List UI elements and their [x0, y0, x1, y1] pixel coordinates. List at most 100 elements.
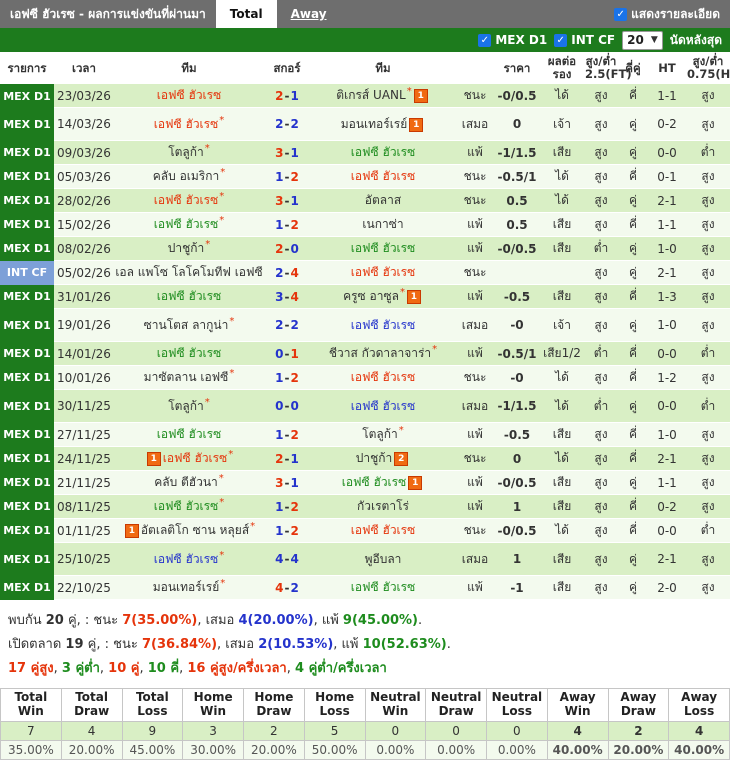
away-team: เอฟซี ฮัวเรซ [310, 236, 456, 262]
stats-percent: 20.00% [60, 740, 123, 760]
stats-column-header: Home Win [182, 688, 244, 723]
match-date: 23/03/26 [54, 84, 114, 109]
result: แพ้ [456, 422, 494, 448]
over-under-ft: สูง [584, 212, 618, 238]
filter-checkbox-mex-d1[interactable]: ✓ MEX D1 [478, 33, 547, 47]
result: ชนะ [456, 260, 494, 286]
stats-percent: 50.00% [303, 740, 366, 760]
red-card-icon: 1 [406, 290, 421, 305]
match-row: MEX D1 27/11/25 เอฟซี ฮัวเรซ 1-2 โตลูก้า* แพ้… [0, 422, 730, 448]
summary-part: , [99, 661, 109, 677]
stats-percent: 20.00% [243, 740, 305, 760]
league-badge: MEX D1 [0, 494, 54, 519]
recent-count-suffix-label: นัดหลังสุด [669, 32, 722, 47]
stats-column-header: Neutral Loss [486, 688, 548, 723]
over-under-ft: สูง [584, 365, 618, 391]
match-row: MEX D1 14/01/26 เอฟซี ฮัวเรซ 0-1 ชีวาส กัวดา… [0, 341, 730, 367]
filter-checkbox-int-cf[interactable]: ✓ INT CF [554, 33, 615, 47]
league-badge: MEX D1 [0, 164, 54, 189]
match-date: 19/01/26 [54, 308, 114, 343]
match-date: 05/03/26 [54, 164, 114, 190]
handicap-star-icon: * [229, 368, 235, 380]
over-under-ft: สูง [584, 518, 618, 544]
half-time-score: 0-0 [648, 518, 686, 544]
result: แพ้ [456, 140, 494, 166]
checkbox-checked-icon[interactable]: ✓ [478, 33, 492, 47]
half-time-score: 0-1 [648, 164, 686, 190]
summary-part: 10(52.63%) [362, 637, 447, 653]
results-table: รายการ เวลา ทีม สกอร์ ทีม ราคา ผลต่อรอง สูง/ต่ำ… [0, 52, 730, 601]
away-team: พูอีบลา [310, 542, 456, 577]
handicap-star-icon: * [219, 497, 225, 509]
show-details-toggle[interactable]: ✓ แสดงรายละเอียด [614, 0, 720, 28]
stats-percent: 20.00% [607, 740, 670, 760]
over-under-ht: สูง [686, 365, 730, 391]
league-badge: MEX D1 [0, 107, 54, 141]
away-goals: 0 [290, 241, 299, 256]
team-name: เอฟซี ฮัวเรซ [350, 523, 416, 538]
over-under-ht: สูง [686, 164, 730, 190]
handicap-result: เจ้า [540, 308, 584, 343]
column-header: สกอร์ [264, 52, 310, 85]
away-team: มอนเทอร์เรย์ 1 [310, 107, 456, 142]
handicap-result: ได้ [540, 446, 584, 472]
team-name: เอฟซี ฮัวเรซ [153, 499, 219, 514]
odds: -1/1.5 [494, 140, 540, 166]
away-goals: 1 [290, 346, 299, 361]
half-time-score: 2-1 [648, 542, 686, 577]
recent-count-select[interactable]: 20 ▼ [622, 30, 663, 50]
away-goals: 1 [290, 475, 299, 490]
match-date: 24/11/25 [54, 446, 114, 472]
stats-count: 3 [182, 721, 244, 742]
over-under-ft: สูง [584, 308, 618, 343]
odds: -0.5/1 [494, 164, 540, 190]
result: เสมอ [456, 542, 494, 577]
stats-count: 2 [607, 721, 670, 742]
odd-even: คู่ [618, 188, 648, 214]
match-row: MEX D1 08/02/26 ปาชูก้า* 2-0 เอฟซี ฮัวเรซ แพ้… [0, 236, 730, 262]
red-card-icon: 1 [146, 452, 161, 467]
odd-even: คี่ [618, 365, 648, 391]
home-team: เอฟซี ฮัวเรซ [114, 84, 264, 109]
away-goals: 2 [290, 499, 299, 514]
summary-part: 10 คู่ [108, 661, 140, 677]
handicap-star-icon: * [219, 549, 225, 561]
team-name: เอฟซี ฮัวเรซ [350, 398, 416, 413]
team-name: เอฟซี ฮัวเรซ [156, 346, 222, 361]
handicap-result: เสีย [540, 575, 584, 601]
team-name: มอนเทอร์เรย์ [152, 580, 220, 595]
handicap-star-icon: * [399, 287, 405, 299]
handicap-result: เสีย [540, 542, 584, 577]
checkbox-checked-icon[interactable]: ✓ [614, 7, 628, 21]
half-time-score: 2-0 [648, 575, 686, 601]
league-badge: MEX D1 [0, 518, 54, 543]
summary-part: , [286, 661, 295, 677]
team-name: ครูซ อาซูล [343, 289, 399, 304]
team-name: เอฟซี ฮัวเรซ [153, 116, 219, 131]
tab-away[interactable]: Away [277, 0, 341, 28]
match-date: 15/02/26 [54, 212, 114, 238]
team-name: เอฟซี ฮัวเรซ [156, 88, 222, 103]
match-date: 08/02/26 [54, 236, 114, 262]
checkbox-checked-icon[interactable]: ✓ [554, 33, 568, 47]
team-name: คลับ อเมริกา [152, 169, 220, 184]
over-under-ht: สูง [686, 422, 730, 448]
team-name: ซานโตส ลากูน่า [143, 317, 229, 332]
handicap-star-icon: * [218, 473, 224, 485]
odd-even: คู่ [618, 107, 648, 142]
odds: -0.5 [494, 422, 540, 448]
home-team: คลับ ตีฮัวนา* [114, 470, 264, 496]
home-team: โตลูก้า* [114, 140, 264, 166]
league-badge: MEX D1 [0, 446, 54, 471]
column-header: ทีม [310, 52, 456, 85]
away-team: เอฟซี ฮัวเรซ [310, 575, 456, 601]
summary-section: พบกัน 20 คู่, : ชนะ 7(35.00%), เสมอ 4(20… [0, 600, 730, 687]
handicap-star-icon: * [398, 425, 404, 437]
match-row: MEX D1 15/02/26 เอฟซี ฮัวเรซ* 1-2 เนกาซ่า แพ้… [0, 212, 730, 238]
home-goals: 2 [275, 117, 284, 132]
tab-total[interactable]: Total [215, 0, 277, 28]
team-name: เนกาซ่า [362, 217, 404, 232]
handicap-result: เสีย [540, 422, 584, 448]
score: 2-2 [264, 308, 310, 343]
stats-count-row: 749325000424 [0, 721, 730, 742]
